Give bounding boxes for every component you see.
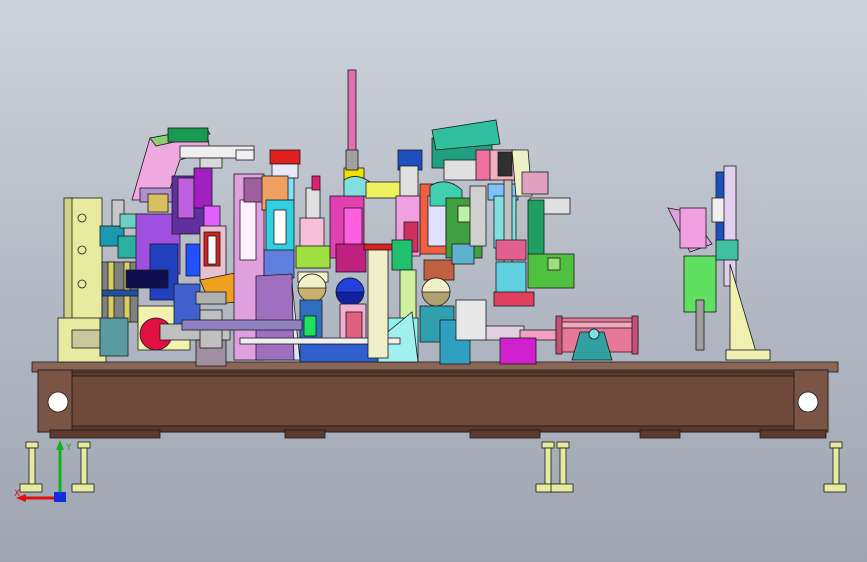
- right-mid-assembly: [487, 149, 575, 307]
- fixture-assembly-model[interactable]: [0, 0, 867, 562]
- base-frame: [31, 361, 839, 439]
- right-isolated-clamp: [667, 165, 771, 361]
- leveling-feet: [19, 441, 847, 493]
- x-axis-label: X: [14, 489, 20, 499]
- y-axis-label: Y: [65, 443, 72, 453]
- model-viewport[interactable]: Y X: [0, 0, 867, 562]
- coordinate-triad: Y X: [14, 440, 72, 502]
